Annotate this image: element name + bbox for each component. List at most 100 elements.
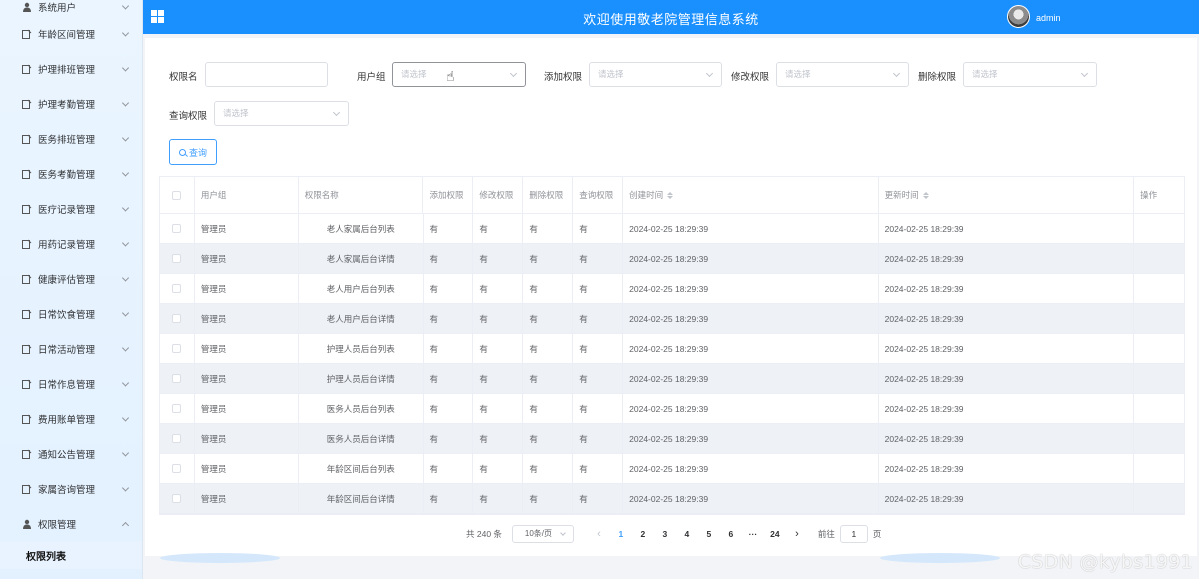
prev-page-button[interactable]: ‹ [588,528,610,540]
filter-edit-label: 修改权限 [731,72,770,83]
checkbox[interactable] [172,190,182,200]
sidebar-item-daily-activity[interactable]: 日常活动管理 [0,331,142,366]
cell-user-group: 管理员 [195,454,299,483]
username[interactable]: admin [1036,13,1061,23]
page-number[interactable]: 1 [610,529,632,539]
sidebar-item-system-users[interactable]: 系统用户 [0,0,142,16]
row-select[interactable] [160,424,195,453]
edit-permission-select[interactable]: 请选择 [776,62,909,87]
sidebar-item-label: 健康评估管理 [38,274,96,286]
sidebar-item-medical-schedule[interactable]: 医务排班管理 [0,121,142,156]
total-count: 共 240 条 [466,529,502,539]
page-number[interactable]: 3 [654,529,676,539]
checkbox[interactable] [172,434,182,443]
checkbox[interactable] [172,404,182,413]
cell-query-permission: 有 [573,424,624,453]
sidebar-item-permissions[interactable]: 权限管理 [0,506,142,541]
permission-name-input[interactable] [205,62,328,87]
row-select[interactable] [160,364,195,393]
sidebar-item-nursing-attendance[interactable]: 护理考勤管理 [0,86,142,121]
sidebar-item-medical-records[interactable]: 医疗记录管理 [0,191,142,226]
filter-add-label: 添加权限 [544,72,583,83]
chevron-down-icon [121,2,130,10]
checkbox[interactable] [172,464,182,473]
column-header-sortable[interactable]: 更新时间 [879,177,1135,213]
checkbox[interactable] [172,344,182,353]
cell-edit-permission: 有 [473,424,524,453]
row-select[interactable] [160,334,195,363]
row-select[interactable] [160,274,195,303]
cell-permission-name: 护理人员后台详情 [299,364,424,393]
checkbox[interactable] [172,314,182,323]
edit-icon [22,239,32,249]
edit-icon [22,99,32,109]
checkbox[interactable] [172,494,182,503]
chevron-down-icon [121,378,130,387]
sidebar-item-billing[interactable]: 费用账单管理 [0,401,142,436]
sidebar-item-health-assessment[interactable]: 健康评估管理 [0,261,142,296]
filter-query-label: 查询权限 [169,111,208,122]
cell-user-group: 管理员 [195,334,299,363]
sidebar-item-daily-routine[interactable]: 日常作息管理 [0,366,142,401]
cell-user-group: 管理员 [195,394,299,423]
page-size-select[interactable]: 10条/页 [511,525,574,543]
cell-created-time: 2024-02-25 18:29:39 [623,244,879,273]
table-row: 管理员 老人家属后台列表有有有有 2024-02-25 18:29:39 2024-0… [160,214,1184,244]
checkbox[interactable] [172,254,182,263]
checkbox[interactable] [172,224,182,233]
sidebar-subitem-permission-list[interactable]: 权限列表 [0,541,142,569]
goto-page-input[interactable]: 1 [839,525,868,543]
cell-edit-permission: 有 [473,394,524,423]
row-select[interactable] [160,484,195,513]
page-number[interactable]: 4 [676,529,698,539]
checkbox[interactable] [172,284,182,293]
cell-edit-permission: 有 [473,274,524,303]
sidebar-item-family-consult[interactable]: 家属咨询管理 [0,471,142,506]
chevron-down-icon [121,203,130,212]
checkbox[interactable] [172,374,182,383]
cell-delete-permission: 有 [523,454,574,483]
sidebar-item-label: 护理排班管理 [38,64,96,76]
sidebar-item-notices[interactable]: 通知公告管理 [0,436,142,471]
avatar[interactable] [1007,5,1030,28]
row-select[interactable] [160,304,195,333]
cell-add-permission: 有 [424,274,474,303]
column-header-sortable[interactable]: 创建时间 [623,177,879,213]
add-permission-select[interactable]: 请选择 [589,62,722,87]
page-number[interactable]: 5 [698,529,720,539]
chevron-down-icon [121,273,130,282]
sidebar-item-daily-diet[interactable]: 日常饮食管理 [0,296,142,331]
page-number[interactable]: 6 [720,529,742,539]
user-icon [22,519,32,529]
cell-edit-permission: 有 [473,364,524,393]
header-select-all[interactable] [160,177,195,213]
chevron-down-icon [121,238,130,247]
edit-icon [22,484,32,494]
chevron-down-icon [892,69,901,78]
sidebar-item-age-range[interactable]: 年龄区间管理 [0,16,142,51]
row-select[interactable] [160,214,195,243]
more-pages[interactable]: ··· [742,529,764,539]
delete-permission-select[interactable]: 请选择 [963,62,1097,87]
search-button[interactable]: 查询 [169,139,217,165]
cell-created-time: 2024-02-25 18:29:39 [623,394,879,423]
row-select[interactable] [160,454,195,483]
sidebar-item-medication-records[interactable]: 用药记录管理 [0,226,142,261]
next-page-button[interactable]: › [786,528,808,540]
user-group-select[interactable]: 请选择 [392,62,526,87]
filter-group-label: 用户组 [357,72,386,83]
page-number[interactable]: 2 [632,529,654,539]
query-permission-select[interactable]: 请选择 [214,101,349,126]
sort-icon[interactable] [922,191,929,199]
column-header-label: 更新时间 [884,190,919,200]
sidebar-item-medical-attendance[interactable]: 医务考勤管理 [0,156,142,191]
row-select[interactable] [160,394,195,423]
sidebar-item-label: 费用账单管理 [38,414,96,426]
sidebar-item-nursing-schedule[interactable]: 护理排班管理 [0,51,142,86]
chevron-down-icon [121,343,130,352]
sort-icon[interactable] [667,191,674,199]
page-number[interactable]: 24 [764,529,786,539]
row-select[interactable] [160,244,195,273]
edit-icon [22,379,32,389]
cell-updated-time: 2024-02-25 18:29:39 [879,454,1135,483]
